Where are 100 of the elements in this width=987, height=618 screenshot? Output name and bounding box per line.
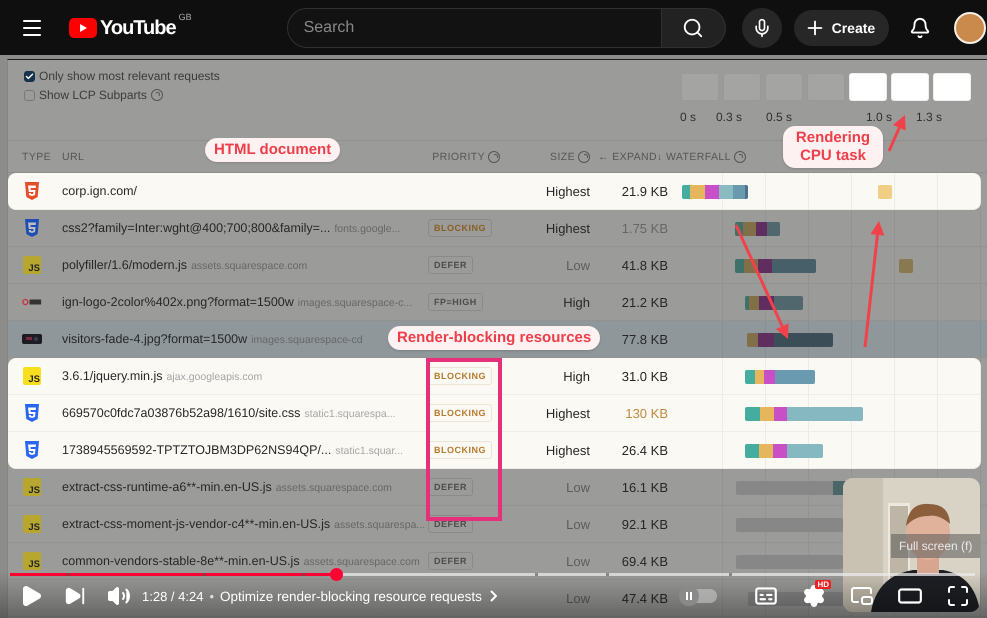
- request-tag: DEFER: [428, 515, 474, 533]
- request-tag: BLOCKING: [428, 219, 492, 237]
- priority-text: Low: [565, 554, 590, 568]
- annotation-arrow: [888, 115, 906, 152]
- size-text: 77.8 KB: [620, 332, 668, 346]
- time-display: 1:28 / 4:24: [142, 588, 204, 604]
- priority-text: High: [562, 368, 590, 384]
- checkbox-label: Show LCP Subparts: [39, 88, 147, 102]
- quality-badge: HD: [815, 580, 831, 589]
- checkbox[interactable]: [24, 90, 35, 100]
- priority-text: Highest: [544, 220, 590, 236]
- search-button[interactable]: [662, 8, 726, 48]
- fullscreen-icon: [946, 584, 970, 608]
- time-tick: 0.3 s: [716, 110, 744, 124]
- search-field[interactable]: Search: [286, 8, 662, 48]
- request-row[interactable]: 1738945569592-TPTZTOJBM3DP62NS94QP/... static1.squar... BLOCKING Highest 26.4 KB: [8, 432, 981, 469]
- request-tag: BLOCKING: [428, 367, 492, 385]
- request-host: ajax.googleapis.com: [166, 371, 262, 383]
- javascript-file-icon: JS: [23, 478, 41, 496]
- request-url: corp.ign.com/: [62, 184, 138, 198]
- play-logo-icon: [69, 18, 97, 38]
- javascript-file-icon: JS: [23, 367, 41, 385]
- priority-text: High: [562, 294, 590, 310]
- create-button[interactable]: Create: [794, 10, 890, 46]
- javascript-file-icon: JS: [23, 515, 41, 533]
- request-url: 3.6.1/jquery.min.js: [62, 369, 163, 383]
- time-tick: 0.5 s: [766, 110, 794, 124]
- javascript-file-icon: JS: [23, 552, 41, 570]
- region-label: GB: [178, 12, 192, 22]
- request-tag: DEFER: [428, 552, 474, 570]
- request-url: 1738945569592-TPTZTOJBM3DP62NS94QP/...: [62, 443, 332, 457]
- annotation-label: Render-blocking resources: [388, 326, 600, 350]
- annotation-label: Rendering CPU task: [783, 126, 883, 168]
- request-url: extract-css-runtime-a6**-min.en-US.js: [62, 480, 272, 494]
- search-icon: [682, 16, 704, 38]
- notifications-button[interactable]: [909, 16, 932, 38]
- column-header: PRIORITY: [432, 150, 485, 162]
- column-header: TYPE: [22, 150, 52, 162]
- priority-text: Low: [565, 480, 590, 494]
- request-url: extract-css-moment-js-vendor-c4**-min.en-US.js: [62, 517, 330, 531]
- bell-icon: [909, 16, 932, 38]
- css-file-icon: [24, 219, 40, 237]
- size-text: 92.1 KB: [620, 516, 668, 532]
- checkbox-label: Only show most relevant requests: [39, 69, 220, 83]
- css-file-icon: [24, 441, 40, 459]
- request-tag: FP=HIGH: [428, 293, 483, 311]
- size-text: 16.1 KB: [620, 480, 668, 494]
- miniplayer-icon: [850, 584, 874, 608]
- request-url: 669570c0fdc7a03876b52a98/1610/site.css: [62, 406, 300, 420]
- request-url: common-vendors-stable-8e**-min.en-US.js: [62, 554, 300, 568]
- html-file-icon: [24, 182, 40, 200]
- cpu-task-bar: [878, 185, 892, 199]
- column-header: SIZE: [550, 150, 575, 162]
- microphone-button[interactable]: [742, 8, 782, 48]
- request-tag: DEFER: [428, 478, 474, 496]
- request-host: static1.squarespa...: [304, 408, 396, 420]
- size-text: 26.4 KB: [620, 442, 668, 458]
- column-header: URL: [62, 150, 84, 162]
- request-row[interactable]: 669570c0fdc7a03876b52a98/1610/site.css static1.squarespa... BLOCKING Highest 130 KB: [8, 395, 981, 432]
- help-icon[interactable]: [488, 150, 500, 162]
- help-icon[interactable]: [150, 89, 163, 101]
- request-url: polyfiller/1.6/modern.js: [62, 258, 188, 272]
- javascript-file-icon: JS: [23, 256, 41, 274]
- size-text: 69.4 KB: [620, 554, 668, 568]
- checkbox[interactable]: [24, 70, 35, 82]
- css-file-icon: [24, 404, 40, 422]
- chapter-button[interactable]: Optimize render-blocking resource requests: [220, 588, 497, 604]
- request-url: ign-logo-2color%402x.png?format=1500w: [62, 295, 294, 309]
- size-text: 21.2 KB: [620, 294, 668, 310]
- request-row[interactable]: JS 3.6.1/jquery.min.js ajax.googleapis.com BLOCKING High 31.0 KB: [8, 358, 981, 395]
- priority-text: Highest: [544, 184, 590, 198]
- priority-text: Highest: [544, 442, 590, 458]
- tooltip: Full screen (f): [891, 534, 980, 558]
- chevron-right-icon: [490, 590, 497, 602]
- help-icon[interactable]: [734, 150, 746, 162]
- separator-dot: •: [209, 588, 214, 604]
- request-tag: BLOCKING: [428, 404, 492, 422]
- size-text: 31.0 KB: [620, 368, 668, 384]
- annotation-label: HTML document: [205, 138, 340, 162]
- size-text: 41.8 KB: [620, 258, 668, 272]
- priority-text: Low: [565, 516, 590, 532]
- settings-button[interactable]: HD: [797, 579, 831, 613]
- priority-text: Highest: [544, 406, 590, 420]
- size-text: 21.9 KB: [620, 184, 668, 198]
- priority-text: Low: [565, 258, 590, 272]
- cpu-task-bar: [899, 259, 913, 273]
- help-icon[interactable]: [578, 150, 590, 162]
- request-row[interactable]: corp.ign.com/ Highest 21.9 KB: [8, 173, 981, 210]
- size-text: 130 KB: [624, 406, 668, 420]
- request-url: css2?family=Inter:wght@400;700;800&family=...: [62, 221, 330, 235]
- request-tag: BLOCKING: [428, 441, 492, 459]
- time-tick: 1.3 s: [916, 110, 944, 124]
- logo-text[interactable]: YouTube: [100, 16, 176, 40]
- request-url: visitors-fade-4.jpg?format=1500w: [62, 332, 248, 346]
- request-host: static1.squar...: [335, 445, 404, 457]
- time-tick: 1.0 s: [866, 110, 894, 124]
- time-tick: 0 s: [680, 110, 698, 124]
- avatar[interactable]: [954, 12, 986, 44]
- volume-icon: [107, 584, 131, 608]
- autoplay-toggle[interactable]: [681, 589, 717, 603]
